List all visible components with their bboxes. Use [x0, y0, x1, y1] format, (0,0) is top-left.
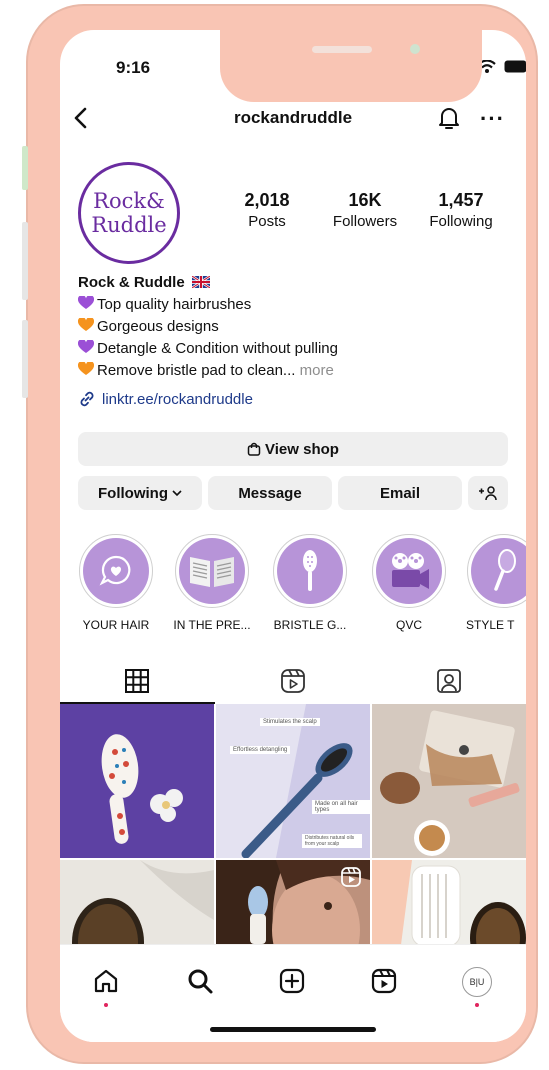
highlight-label: STYLE T [466, 618, 515, 632]
add-person-button[interactable] [468, 476, 508, 510]
profile-name-line: Rock & Ruddle [78, 272, 338, 294]
stat-posts[interactable]: 2,018 Posts [232, 190, 302, 230]
brush-icon [303, 550, 317, 591]
post-caption: Stimulates the scalp [260, 718, 320, 726]
purple-heart-icon [78, 340, 94, 353]
tagged-icon[interactable] [436, 668, 462, 694]
post-caption: Distributes natural oils from your scalp [302, 834, 362, 848]
followers-label: Followers [332, 213, 398, 230]
home-indicator [210, 1027, 376, 1032]
side-button-volume-up [22, 222, 28, 300]
reel-badge-icon [341, 867, 361, 887]
front-camera [410, 44, 420, 54]
bio-line-2: Gorgeous designs [78, 316, 338, 338]
profile-avatar-nav[interactable]: B|U [462, 967, 492, 997]
following-button[interactable]: Following [78, 476, 202, 510]
shopping-bag-icon [247, 442, 261, 456]
profile-display-name: Rock & Ruddle [78, 274, 185, 291]
profile-avatar[interactable]: Rock& Ruddle [78, 162, 180, 264]
bio-line-3: Detangle & Condition without pulling [78, 338, 338, 360]
bio-more-link[interactable]: more [300, 362, 334, 379]
highlight-label: IN THE PRE... [173, 618, 251, 632]
following-label: Following [429, 213, 493, 230]
bio-text-4: Remove bristle pad to clean... [97, 362, 296, 379]
stat-followers[interactable]: 16K Followers [322, 190, 408, 230]
side-button-volume-down [22, 320, 28, 398]
orange-heart-icon [78, 318, 94, 331]
profile-link-text: linktr.ee/rockandruddle [102, 390, 253, 408]
app-screen: 9:16 rockandruddle ··· Rock& Ruddle 2,01… [60, 30, 526, 1042]
bottom-navigation: B|U [60, 944, 526, 1042]
reels-icon[interactable] [280, 668, 306, 694]
view-shop-label: View shop [265, 440, 339, 458]
posts-label: Posts [248, 213, 286, 230]
post-caption: Effortless detangling [230, 746, 291, 754]
grid-icon[interactable] [124, 668, 150, 694]
post-caption: Made on all hair types [312, 800, 370, 814]
highlight-bristle-guide[interactable]: BRISTLE G... [268, 534, 352, 632]
post-tile[interactable] [216, 860, 370, 944]
home-notification-dot [104, 1003, 108, 1007]
speaker-grille [312, 46, 372, 53]
view-shop-button[interactable]: View shop [78, 432, 508, 466]
profile-tabs [60, 660, 526, 704]
bio-text-1: Top quality hairbrushes [97, 296, 252, 313]
uk-flag-icon [191, 275, 211, 289]
post-tile[interactable] [60, 704, 214, 858]
highlight-qvc[interactable]: QVC [367, 534, 451, 632]
post-tile[interactable] [372, 704, 526, 858]
highlight-label: BRISTLE G... [273, 618, 347, 632]
profile-bio: Rock & Ruddle Top quality hairbrushes Go… [78, 272, 338, 382]
avatar-logo-line-1: Rock& [93, 189, 165, 213]
search-icon[interactable] [186, 967, 214, 995]
chevron-down-icon [172, 490, 182, 497]
posts-grid: Stimulates the scalp Effortless detangli… [60, 704, 526, 944]
avatar-logo-line-2: Ruddle [91, 213, 167, 237]
profile-link[interactable]: linktr.ee/rockandruddle [78, 390, 253, 408]
post-image-laptop-coffee [372, 704, 526, 858]
stat-following[interactable]: 1,457 Following [418, 190, 504, 230]
orange-heart-icon [78, 362, 94, 375]
highlight-your-hair[interactable]: YOUR HAIR [74, 534, 158, 632]
mirror-icon [494, 549, 516, 591]
message-button[interactable]: Message [208, 476, 332, 510]
more-options-icon[interactable]: ··· [480, 106, 505, 132]
side-button-silent [22, 146, 28, 190]
post-image-bristle-brush [60, 860, 214, 944]
speech-heart-icon [99, 555, 131, 586]
newspaper-icon [190, 557, 234, 587]
highlight-label: YOUR HAIR [82, 618, 150, 632]
post-image-brush-purple [60, 704, 214, 858]
posts-count: 2,018 [244, 190, 290, 210]
bio-text-3: Detangle & Condition without pulling [97, 340, 338, 357]
battery-icon [504, 60, 526, 73]
highlight-in-the-press[interactable]: IN THE PRE... [170, 534, 254, 632]
bio-line-1: Top quality hairbrushes [78, 294, 338, 316]
post-tile[interactable] [60, 860, 214, 944]
following-label: Following [98, 484, 168, 502]
email-label: Email [379, 484, 421, 502]
purple-heart-icon [78, 296, 94, 309]
status-time: 9:16 [116, 58, 151, 77]
create-post-icon[interactable] [278, 967, 306, 995]
post-image-white-brush [372, 860, 526, 944]
message-label: Message [238, 484, 302, 502]
add-person-icon [479, 486, 497, 501]
highlight-style-tips[interactable]: STYLE T [462, 534, 526, 632]
bell-icon[interactable] [436, 104, 462, 132]
post-tile[interactable] [372, 860, 526, 944]
video-camera-icon [392, 553, 429, 589]
bio-text-2: Gorgeous designs [97, 318, 219, 335]
highlight-label: QVC [395, 618, 422, 632]
email-button[interactable]: Email [338, 476, 462, 510]
reels-nav-icon[interactable] [370, 967, 398, 995]
bio-line-4: Remove bristle pad to clean... more [78, 360, 338, 382]
post-tile[interactable]: Stimulates the scalp Effortless detangli… [216, 704, 370, 858]
profile-notification-dot [475, 1003, 479, 1007]
link-icon [80, 391, 94, 407]
device-notch [220, 30, 482, 102]
home-icon[interactable] [92, 967, 120, 995]
followers-count: 16K [348, 190, 382, 210]
following-count: 1,457 [438, 190, 484, 210]
